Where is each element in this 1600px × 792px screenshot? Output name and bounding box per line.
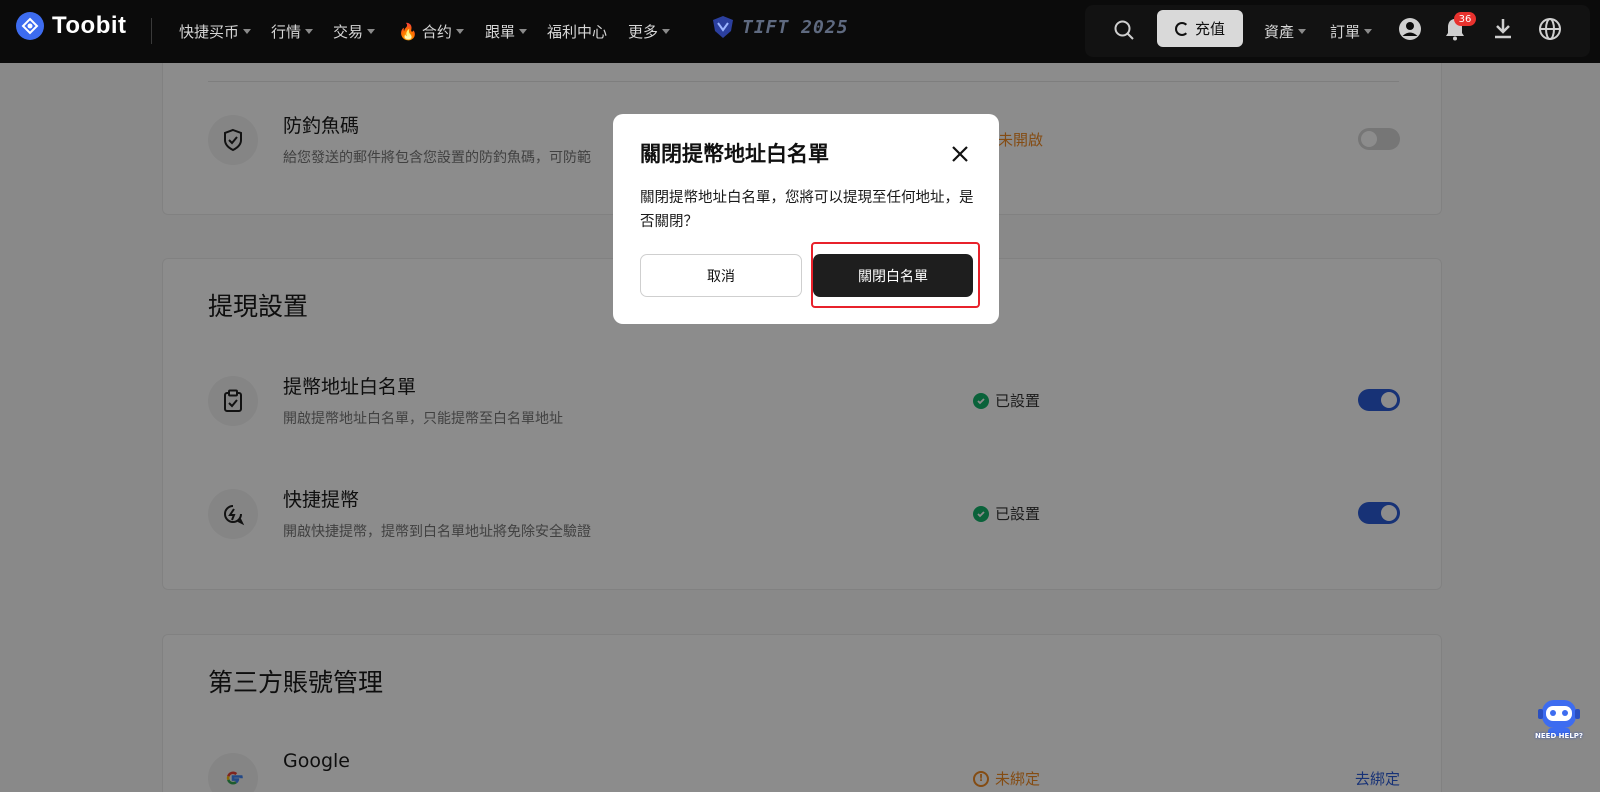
nav-item-label: 跟單 [485, 22, 516, 41]
chevron-down-icon [1298, 28, 1307, 34]
nav-item-label: 交易 [333, 22, 364, 41]
highlight-box [811, 242, 980, 308]
orders-menu[interactable]: 訂單 [1330, 18, 1373, 44]
chevron-down-icon [367, 28, 376, 34]
event-banner[interactable]: TIFT 2025 [710, 14, 849, 40]
user-icon[interactable] [1397, 16, 1423, 42]
event-logo-text: TIFT 2025 [742, 16, 849, 38]
deposit-label: 充值 [1194, 20, 1225, 38]
search-icon[interactable] [1111, 17, 1137, 43]
nav-item-quick-buy[interactable]: 快捷买币 [179, 18, 252, 44]
chevron-down-icon [662, 28, 671, 34]
chevron-down-icon [243, 28, 252, 34]
nav-item-label: 行情 [271, 22, 302, 41]
close-icon[interactable] [948, 142, 972, 166]
nav-item-label: 合约 [421, 22, 452, 41]
assets-label: 資產 [1264, 22, 1295, 41]
nav-item-copy-trade[interactable]: 跟單 [485, 18, 528, 44]
nav-divider [151, 18, 152, 44]
chevron-down-icon [519, 28, 528, 34]
cancel-button[interactable]: 取消 [640, 254, 802, 297]
chevron-down-icon [455, 28, 464, 34]
nav-item-label: 快捷买币 [179, 22, 240, 41]
top-navbar: Toobit 快捷买币 行情 交易 🔥 合约 跟單 福利中心 更多 TIFT 20… [0, 0, 1600, 63]
dialog-message: 關閉提幣地址白名單，您將可以提現至任何地址，是否關閉？ [640, 190, 974, 230]
event-shield-icon [713, 16, 733, 38]
assets-menu[interactable]: 資產 [1264, 18, 1307, 44]
deposit-button[interactable]: 充值 [1157, 10, 1243, 47]
download-icon[interactable] [1490, 16, 1516, 42]
nav-item-rewards-center[interactable]: 福利中心 [547, 18, 607, 44]
dialog-title: 關閉提幣地址白名單 [640, 142, 829, 166]
nav-item-more[interactable]: 更多 [628, 18, 671, 44]
nav-item-label: 福利中心 [547, 22, 608, 41]
globe-icon[interactable] [1537, 16, 1563, 42]
orders-label: 訂單 [1330, 22, 1361, 41]
nav-item-trade[interactable]: 交易 [333, 18, 376, 44]
deposit-icon [1174, 21, 1189, 36]
nav-item-futures[interactable]: 🔥 合约 [398, 18, 464, 44]
need-help-bot[interactable]: NEED HELP? [1534, 692, 1584, 742]
need-help-label: NEED HELP? [1535, 732, 1583, 740]
brand-logo[interactable]: Toobit [16, 12, 127, 40]
chevron-down-icon [1364, 28, 1373, 34]
flame-icon: 🔥 [398, 21, 418, 41]
notification-count-badge: 36 [1454, 12, 1476, 26]
nav-item-label: 更多 [628, 22, 659, 41]
nav-item-markets[interactable]: 行情 [271, 18, 314, 44]
brand-name: Toobit [52, 12, 127, 39]
logo-icon [16, 12, 44, 40]
chevron-down-icon [305, 28, 314, 34]
